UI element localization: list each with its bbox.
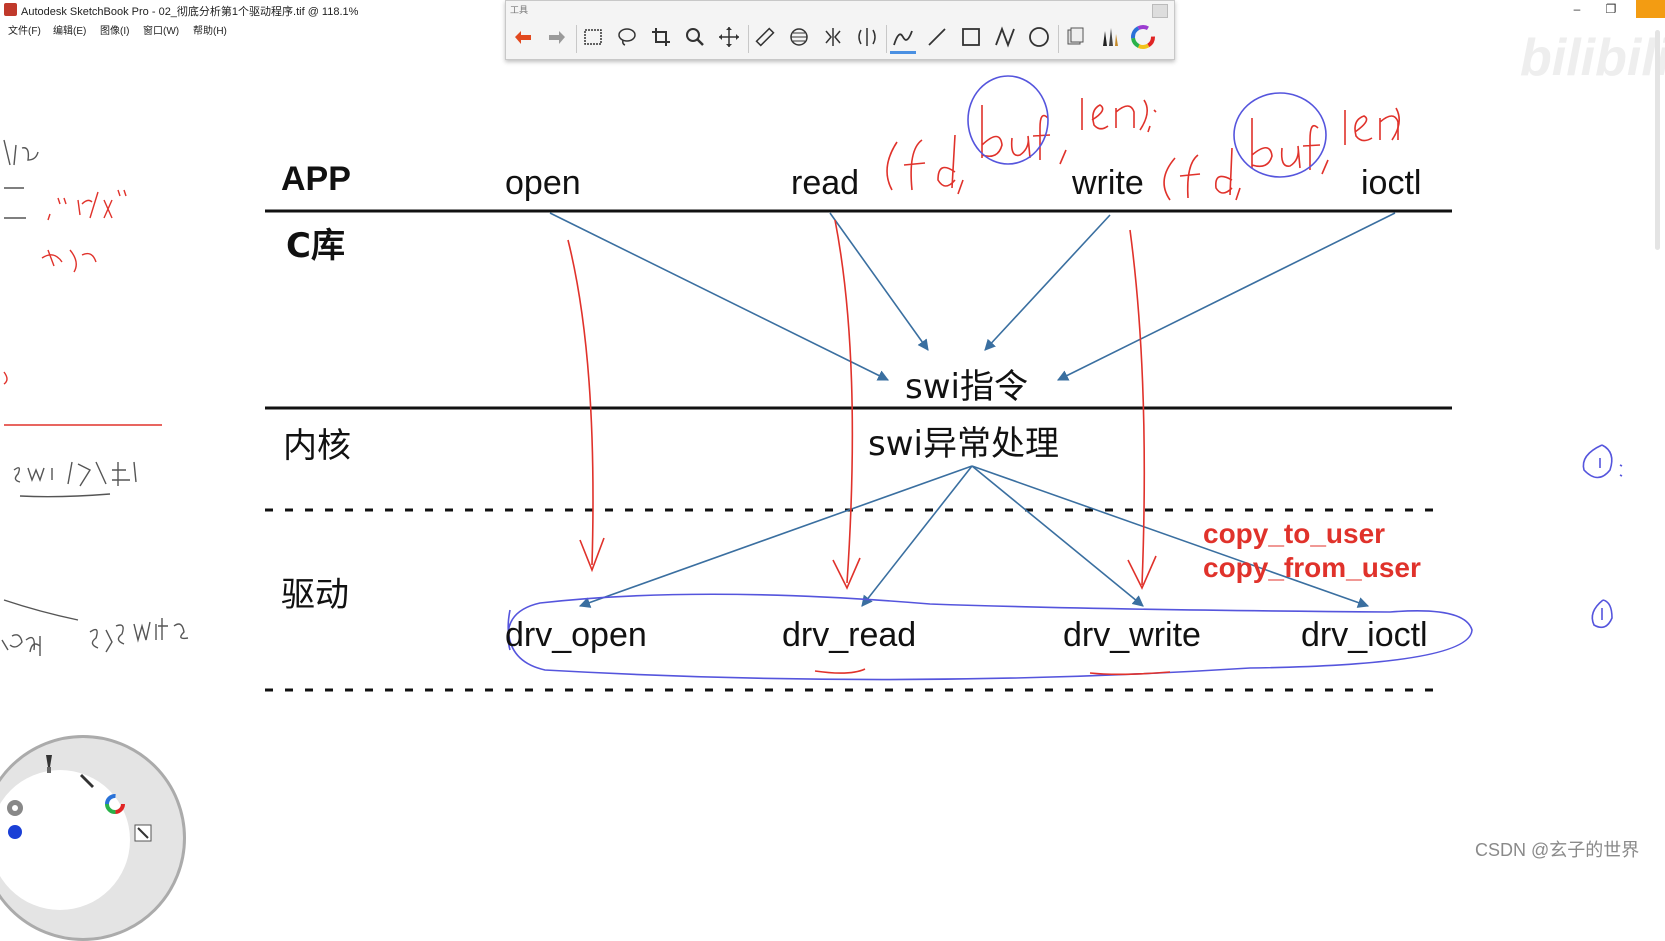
driver-ioctl: drv_ioctl bbox=[1301, 616, 1428, 654]
swi-instruction-label: swi指令 bbox=[905, 367, 1028, 407]
radial-marker-icon[interactable] bbox=[78, 770, 100, 792]
radial-puck-blue-icon[interactable] bbox=[4, 821, 26, 843]
blue-handwritten-marks bbox=[507, 75, 1623, 681]
arrows-to-swi bbox=[549, 212, 1396, 381]
row-label-driver: 驱动 bbox=[281, 575, 349, 615]
note-copy-to-user: copy_to_user bbox=[1203, 518, 1386, 549]
red-underlines bbox=[814, 668, 1171, 676]
row-label-app: APP bbox=[281, 160, 351, 198]
red-handwritten-arrows bbox=[567, 219, 1157, 590]
call-write: write bbox=[1072, 164, 1144, 202]
call-open: open bbox=[505, 164, 581, 202]
note-copy-from-user: copy_from_user bbox=[1203, 552, 1421, 583]
radial-transform-icon[interactable] bbox=[132, 822, 154, 844]
driver-write: drv_write bbox=[1063, 616, 1201, 654]
call-ioctl: ioctl bbox=[1361, 164, 1422, 202]
csdn-watermark: CSDN @玄子的世界 bbox=[1475, 840, 1640, 860]
left-margin-notes bbox=[1, 139, 189, 656]
swi-handler-label: swi异常处理 bbox=[868, 424, 1059, 464]
row-label-clib: C库 bbox=[286, 226, 345, 266]
radial-puck-gray-icon[interactable] bbox=[4, 797, 26, 819]
call-read: read bbox=[791, 164, 860, 202]
driver-read: drv_read bbox=[782, 616, 917, 654]
row-label-kernel: 内核 bbox=[283, 426, 351, 466]
driver-open: drv_open bbox=[505, 616, 647, 654]
diagram-canvas bbox=[1, 75, 1623, 692]
radial-brush-icon[interactable] bbox=[38, 753, 60, 775]
radial-color-icon[interactable] bbox=[104, 793, 126, 815]
